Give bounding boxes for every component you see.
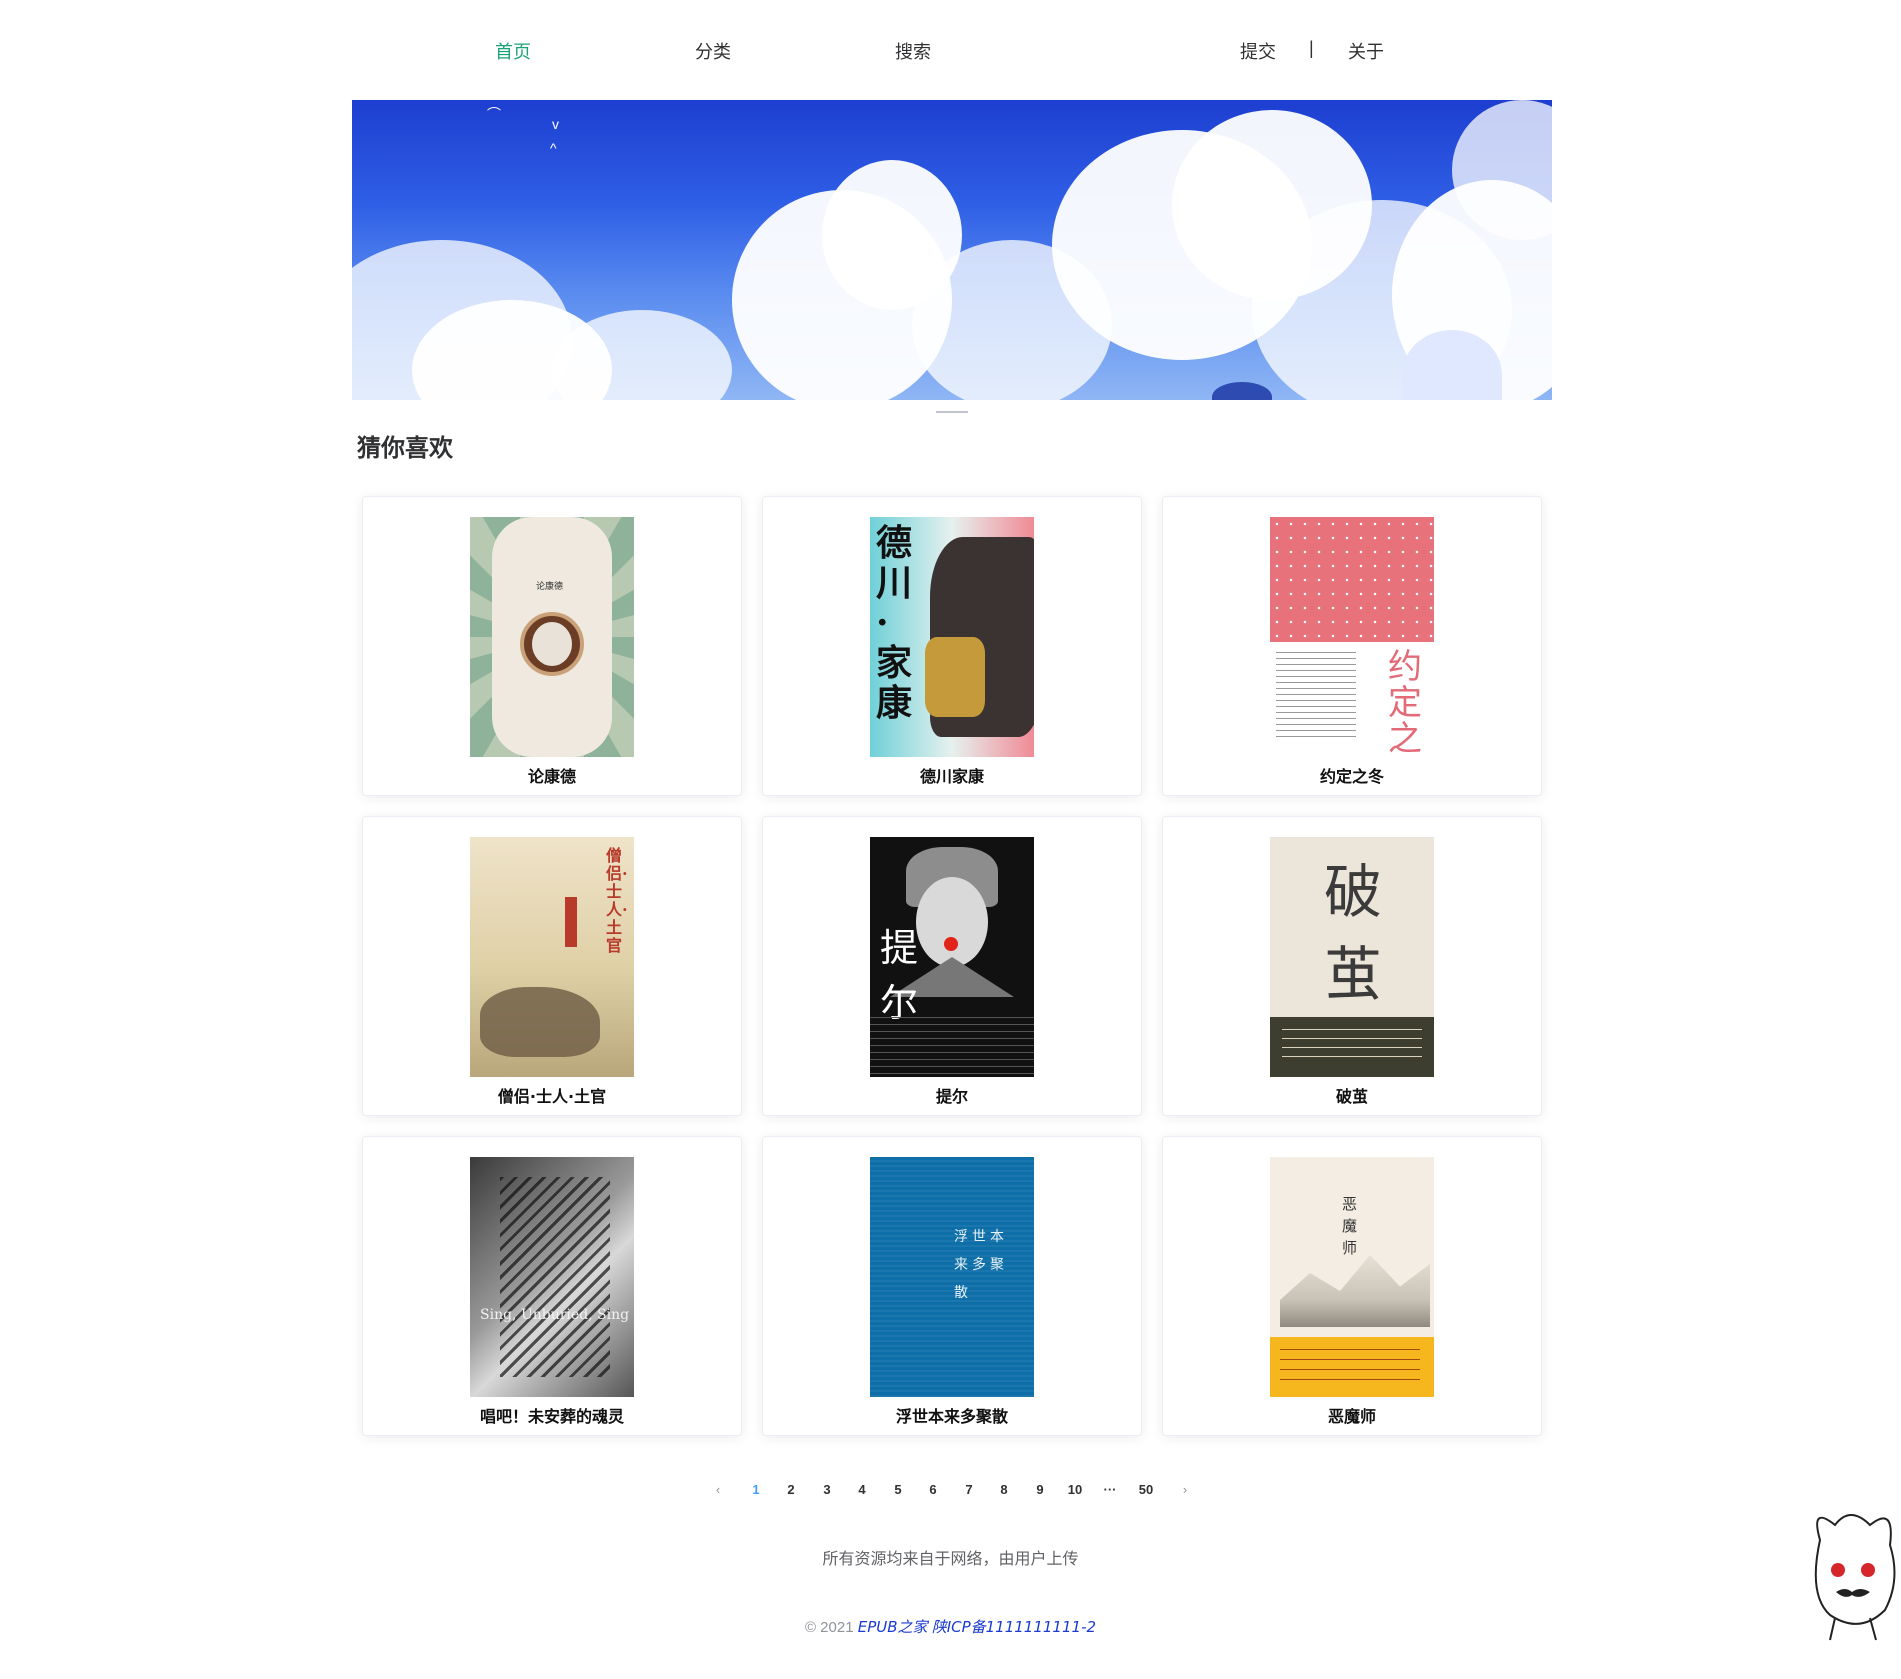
site-link[interactable]: EPUB之家 <box>858 1618 928 1636</box>
pagination-prev-icon[interactable]: ‹ <box>703 1482 733 1497</box>
page-9[interactable]: 9 <box>1025 1482 1055 1497</box>
book-card[interactable]: 约定之冬 约定之冬 <box>1162 496 1542 796</box>
book-title[interactable]: 德川家康 <box>763 763 1141 787</box>
pagination: ‹ 1 2 3 4 5 6 7 8 9 10 ··· 50 › <box>0 1480 1901 1504</box>
book-cover[interactable]: 提 尔 <box>870 837 1034 1077</box>
bird-icon: ⌒ <box>487 106 501 122</box>
book-title[interactable]: 论康德 <box>363 763 741 787</box>
book-title[interactable]: 破茧 <box>1163 1083 1541 1107</box>
nav-search[interactable]: 搜索 <box>895 38 931 64</box>
book-card[interactable]: Sing, Unburied, Sing 唱吧！未安葬的魂灵 <box>362 1136 742 1436</box>
book-cover[interactable]: 德川·家康 <box>870 517 1034 757</box>
book-cover[interactable]: 恶魔师 <box>1270 1157 1434 1397</box>
book-title[interactable]: 浮世本来多聚散 <box>763 1403 1141 1427</box>
copyright-text: © 2021 <box>804 1619 854 1636</box>
book-cover[interactable]: Sing, Unburied, Sing <box>470 1157 634 1397</box>
page-5[interactable]: 5 <box>883 1482 913 1497</box>
book-card[interactable]: 破茧 破茧 <box>1162 816 1542 1116</box>
footer-notice: 所有资源均来自于网络，由用户上传 <box>822 1549 1079 1568</box>
page-4[interactable]: 4 <box>847 1482 877 1497</box>
book-card[interactable]: 德川·家康 德川家康 <box>762 496 1142 796</box>
footer-copyright: © 2021 EPUB之家 陕ICP备1111111111-2 <box>0 1616 1901 1637</box>
nav-submit[interactable]: 提交 <box>1240 38 1276 64</box>
hero-banner[interactable]: ⌒ v ^ <box>352 100 1552 400</box>
pagination-next-icon[interactable]: › <box>1170 1482 1200 1497</box>
book-title[interactable]: 僧侣·士人·土官 <box>363 1083 741 1107</box>
book-card[interactable]: 僧侣·士人·土官 僧侣·士人·土官 <box>362 816 742 1116</box>
top-nav: 首页 分类 搜索 提交 | 关于 <box>0 0 1901 100</box>
nav-separator: | <box>1309 38 1314 58</box>
page-8[interactable]: 8 <box>989 1482 1019 1497</box>
bird-icon: v <box>552 116 559 132</box>
book-cover[interactable]: 论康德 <box>470 517 634 757</box>
carousel-indicator[interactable] <box>936 411 968 413</box>
book-card[interactable]: 论康德 论康德 <box>362 496 742 796</box>
book-card[interactable]: 浮世本来多聚散 浮世本来多聚散 <box>762 1136 1142 1436</box>
page-10[interactable]: 10 <box>1060 1482 1090 1497</box>
page-7[interactable]: 7 <box>954 1482 984 1497</box>
page-6[interactable]: 6 <box>918 1482 948 1497</box>
book-cover[interactable]: 僧侣·士人·土官 <box>470 837 634 1077</box>
book-cover[interactable]: 破茧 <box>1270 837 1434 1077</box>
book-card[interactable]: 提 尔 提尔 <box>762 816 1142 1116</box>
book-card[interactable]: 恶魔师 恶魔师 <box>1162 1136 1542 1436</box>
page-1[interactable]: 1 <box>741 1482 771 1497</box>
nav-home[interactable]: 首页 <box>495 38 531 64</box>
page-3[interactable]: 3 <box>812 1482 842 1497</box>
bird-icon: ^ <box>550 140 557 156</box>
section-title: 猜你喜欢 <box>357 434 453 462</box>
mascot-image[interactable] <box>1800 1500 1901 1650</box>
pagination-more-icon[interactable]: ··· <box>1095 1482 1125 1497</box>
nav-category[interactable]: 分类 <box>695 38 731 64</box>
book-title[interactable]: 恶魔师 <box>1163 1403 1541 1427</box>
page-2[interactable]: 2 <box>776 1482 806 1497</box>
book-title[interactable]: 约定之冬 <box>1163 763 1541 787</box>
book-title[interactable]: 唱吧！未安葬的魂灵 <box>363 1403 741 1427</box>
book-title[interactable]: 提尔 <box>763 1083 1141 1107</box>
icp-link[interactable]: 陕ICP备1111111111-2 <box>932 1618 1096 1636</box>
nav-about[interactable]: 关于 <box>1348 38 1384 64</box>
book-cover[interactable]: 约定之冬 <box>1270 517 1434 757</box>
book-cover[interactable]: 浮世本来多聚散 <box>870 1157 1034 1397</box>
page-50[interactable]: 50 <box>1131 1482 1161 1497</box>
